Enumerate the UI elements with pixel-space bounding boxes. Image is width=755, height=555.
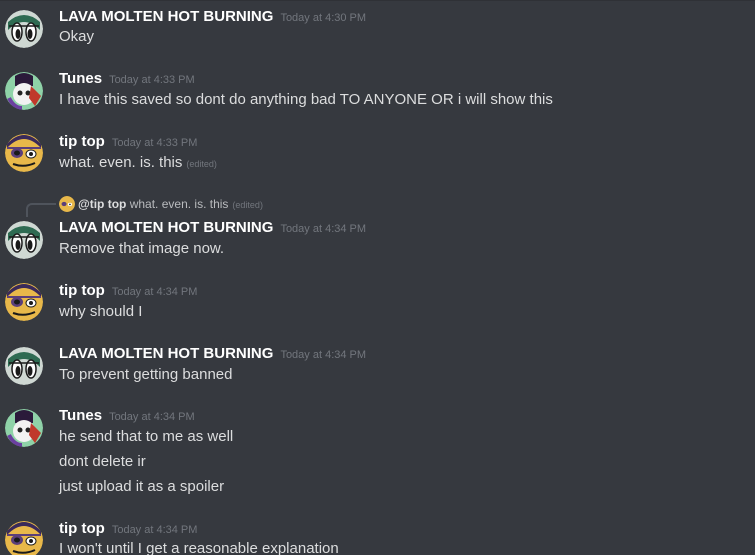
message-header: Tunes Today at 4:34 PM (59, 407, 195, 426)
tunes-avatar[interactable] (5, 72, 43, 110)
username[interactable]: LAVA MOLTEN HOT BURNING (59, 8, 273, 25)
message-text: Okay (59, 28, 95, 45)
timestamp: Today at 4:34 PM (111, 286, 198, 298)
timestamp: Today at 4:33 PM (109, 74, 195, 86)
lava-avatar[interactable] (5, 10, 43, 48)
message-header: tip top Today at 4:33 PM (59, 133, 197, 152)
timestamp: Today at 4:34 PM (111, 524, 198, 536)
message-header: Tunes Today at 4:33 PM (59, 70, 195, 89)
message-header: tip top Today at 4:34 PM (59, 282, 197, 301)
timestamp: Today at 4:30 PM (280, 12, 367, 24)
message-text: To prevent getting banned (59, 366, 233, 383)
username[interactable]: LAVA MOLTEN HOT BURNING (59, 345, 273, 362)
message-text: I have this saved so dont do anything ba… (59, 91, 553, 108)
username[interactable]: tip top (59, 133, 105, 150)
message-text: dont delete ir (59, 453, 146, 470)
timestamp: Today at 4:34 PM (280, 349, 367, 361)
reply-mention[interactable]: @tip top (78, 197, 126, 211)
reply-text[interactable]: what. even. is. this (130, 197, 229, 211)
message-text: just upload it as a spoiler (59, 478, 225, 495)
message-header: LAVA MOLTEN HOT BURNING Today at 4:30 PM (59, 8, 366, 27)
message-text: why should I (59, 303, 143, 320)
message-text: Remove that image now. (59, 240, 225, 257)
username[interactable]: LAVA MOLTEN HOT BURNING (59, 219, 273, 236)
tunes-avatar[interactable] (5, 409, 43, 447)
tiptop-avatar[interactable] (5, 283, 43, 321)
timestamp: Today at 4:34 PM (280, 223, 367, 235)
username[interactable]: tip top (59, 520, 105, 537)
message-text: I won't until I get a reasonable explana… (59, 540, 339, 555)
message-header: tip top Today at 4:34 PM (59, 520, 197, 539)
lava-avatar[interactable] (5, 221, 43, 259)
lava-avatar[interactable] (5, 347, 43, 385)
chat-message-list: LAVA MOLTEN HOT BURNING Today at 4:30 PM … (0, 0, 755, 555)
edited-label: (edited) (186, 159, 217, 169)
reply-connector (26, 203, 56, 217)
username[interactable]: Tunes (59, 70, 102, 87)
username[interactable]: tip top (59, 282, 105, 299)
timestamp: Today at 4:34 PM (109, 411, 195, 423)
tiptop-avatar[interactable] (5, 521, 43, 555)
tiptop-avatar (59, 196, 75, 212)
message-text: he send that to me as well (59, 428, 234, 445)
timestamp: Today at 4:33 PM (111, 137, 198, 149)
username[interactable]: Tunes (59, 407, 102, 424)
message-text-content: what. even. is. this (59, 154, 183, 171)
message-text: what. even. is. this (edited) (59, 153, 217, 174)
reply-reference[interactable]: @tip top what. even. is. this (edited) (59, 196, 263, 213)
message-header: LAVA MOLTEN HOT BURNING Today at 4:34 PM (59, 219, 366, 238)
edited-label: (edited) (232, 200, 263, 210)
message-header: LAVA MOLTEN HOT BURNING Today at 4:34 PM (59, 345, 366, 364)
tiptop-avatar[interactable] (5, 134, 43, 172)
divider (0, 0, 755, 1)
